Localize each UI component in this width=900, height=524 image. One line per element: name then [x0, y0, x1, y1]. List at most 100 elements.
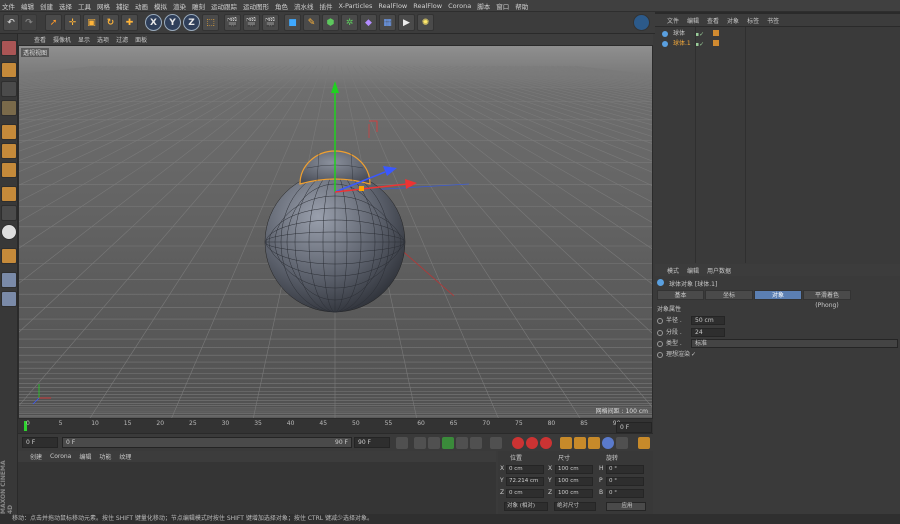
- axis-z-lock-button[interactable]: Z: [183, 14, 200, 31]
- start-frame-field[interactable]: 0 F: [22, 437, 58, 448]
- goto-end-icon[interactable]: [490, 437, 502, 449]
- menu-render[interactable]: 渲染: [173, 1, 186, 11]
- object-row-selected[interactable]: 球体.1 ▪✓: [657, 39, 897, 49]
- size-z-field[interactable]: 100 cm: [555, 489, 593, 498]
- scale-tool-icon[interactable]: ▣: [83, 14, 100, 31]
- anim-dot-icon[interactable]: [657, 330, 663, 336]
- coordinate-system-icon[interactable]: ⬚: [202, 14, 219, 31]
- menu-script[interactable]: 脚本: [477, 1, 490, 11]
- menu-window[interactable]: 窗口: [496, 1, 509, 11]
- menu-plugins[interactable]: 插件: [320, 1, 333, 11]
- next-frame-icon[interactable]: [456, 437, 468, 449]
- axis-x-lock-button[interactable]: X: [145, 14, 162, 31]
- render-perfect-checkbox[interactable]: ✓: [691, 350, 696, 360]
- menu-snap[interactable]: 捕捉: [116, 1, 129, 11]
- prev-frame-icon[interactable]: [428, 437, 440, 449]
- om-menu-file[interactable]: 文件: [667, 16, 679, 25]
- frame-range-slider[interactable]: 0 F 90 F: [62, 437, 352, 448]
- menu-realflow-1[interactable]: RealFlow: [378, 2, 407, 10]
- menu-tools[interactable]: 工具: [78, 1, 91, 11]
- redo-icon[interactable]: ↷: [21, 14, 37, 31]
- vp-menu-camera[interactable]: 摄像机: [53, 35, 71, 44]
- menu-file[interactable]: 文件: [2, 1, 15, 11]
- record-position-icon[interactable]: [560, 437, 572, 449]
- vp-menu-display[interactable]: 显示: [78, 35, 90, 44]
- anim-dot-icon[interactable]: [657, 352, 663, 358]
- render-picture-viewer-icon[interactable]: 🎬: [243, 14, 260, 31]
- lock-workplane-icon[interactable]: [1, 291, 17, 307]
- pos-y-field[interactable]: 72.214 cm: [506, 477, 544, 486]
- points-mode-icon[interactable]: [1, 124, 17, 140]
- perspective-viewport[interactable]: 透视视图 网格间距 : 100 cm ✥ ⟲ ⬚ ▢: [18, 45, 653, 419]
- mat-menu-corona[interactable]: Corona: [50, 453, 71, 460]
- render-view-icon[interactable]: 🎬: [224, 14, 241, 31]
- rot-p-field[interactable]: 0 °: [606, 477, 644, 486]
- workplane-icon[interactable]: [1, 100, 17, 116]
- vp-menu-options[interactable]: 选项: [97, 35, 109, 44]
- menu-x-particles[interactable]: X-Particles: [339, 2, 373, 10]
- texture-mode-icon[interactable]: [1, 81, 17, 97]
- rotate-tool-icon[interactable]: ↻: [102, 14, 119, 31]
- attr-menu-edit[interactable]: 编辑: [687, 266, 699, 275]
- keyframe-selection-icon[interactable]: [540, 437, 552, 449]
- pos-z-field[interactable]: 0 cm: [506, 489, 544, 498]
- last-tool-icon[interactable]: ✚: [121, 14, 138, 31]
- menu-select[interactable]: 选择: [59, 1, 72, 11]
- timeline-ruler[interactable]: 051015202530354045505560657075808590: [18, 419, 653, 433]
- tab-coord[interactable]: 坐标: [705, 290, 753, 300]
- record-rotation-icon[interactable]: [588, 437, 600, 449]
- pen-spline-icon[interactable]: ✎: [303, 14, 320, 31]
- anim-dot-icon[interactable]: [657, 341, 663, 347]
- make-editable-icon[interactable]: [1, 40, 17, 56]
- gizmo-center-handle[interactable]: [359, 186, 364, 191]
- menu-simulate[interactable]: 模拟: [154, 1, 167, 11]
- timeline-settings-icon[interactable]: [638, 437, 650, 449]
- om-menu-bookmarks[interactable]: 书签: [767, 16, 779, 25]
- cloner-icon[interactable]: ✲: [341, 14, 358, 31]
- pos-x-field[interactable]: 0 cm: [506, 465, 544, 474]
- menu-pipeline[interactable]: 流水线: [294, 1, 314, 11]
- tab-object[interactable]: 对象: [754, 290, 802, 300]
- tweak-mode-icon[interactable]: [1, 205, 17, 221]
- vp-menu-filter[interactable]: 过滤: [116, 35, 128, 44]
- snap-icon[interactable]: [1, 224, 17, 240]
- menu-help[interactable]: 帮助: [515, 1, 528, 11]
- record-pla-icon[interactable]: [616, 437, 628, 449]
- next-key-icon[interactable]: [470, 437, 482, 449]
- size-y-field[interactable]: 100 cm: [555, 477, 593, 486]
- undo-icon[interactable]: ↶: [3, 14, 19, 31]
- deformer-icon[interactable]: ◆: [360, 14, 377, 31]
- play-icon[interactable]: [442, 437, 454, 449]
- segments-field[interactable]: 24: [691, 328, 725, 337]
- render-settings-icon[interactable]: 🎬: [262, 14, 279, 31]
- menu-sculpt[interactable]: 雕刻: [192, 1, 205, 11]
- floor-icon[interactable]: ▦: [379, 14, 396, 31]
- rot-h-field[interactable]: 0 °: [606, 465, 644, 474]
- phong-tag-icon[interactable]: [713, 30, 719, 36]
- menu-animate[interactable]: 动画: [135, 1, 148, 11]
- vp-menu-panel[interactable]: 面板: [135, 35, 147, 44]
- cube-object-icon[interactable]: ■: [284, 14, 301, 31]
- phong-tag-icon[interactable]: [713, 40, 719, 46]
- vp-menu-view[interactable]: 查看: [34, 35, 46, 44]
- edges-mode-icon[interactable]: [1, 143, 17, 159]
- apply-button[interactable]: 应用: [606, 502, 646, 511]
- object-row[interactable]: 球体 ▪✓: [657, 29, 897, 39]
- tab-phong[interactable]: 平滑着色(Phong): [803, 290, 851, 309]
- menu-edit[interactable]: 编辑: [21, 1, 34, 11]
- coord-mode-select[interactable]: 对象 (相对): [504, 502, 548, 511]
- om-menu-tags[interactable]: 标签: [747, 16, 759, 25]
- prev-key-icon[interactable]: [414, 437, 426, 449]
- grid-icon[interactable]: [1, 272, 17, 288]
- auto-key-icon[interactable]: [526, 437, 538, 449]
- anim-dot-icon[interactable]: [657, 318, 663, 324]
- mat-menu-edit[interactable]: 编辑: [79, 452, 91, 461]
- radius-field[interactable]: 50 cm: [691, 316, 725, 325]
- record-scale-icon[interactable]: [574, 437, 586, 449]
- attr-menu-mode[interactable]: 模式: [667, 266, 679, 275]
- menu-mograph[interactable]: 运动图形: [243, 1, 269, 11]
- mat-menu-function[interactable]: 功能: [99, 452, 111, 461]
- move-tool-icon[interactable]: ✛: [64, 14, 81, 31]
- mat-menu-texture[interactable]: 纹理: [119, 452, 131, 461]
- menu-motion-tracking[interactable]: 运动跟踪: [211, 1, 237, 11]
